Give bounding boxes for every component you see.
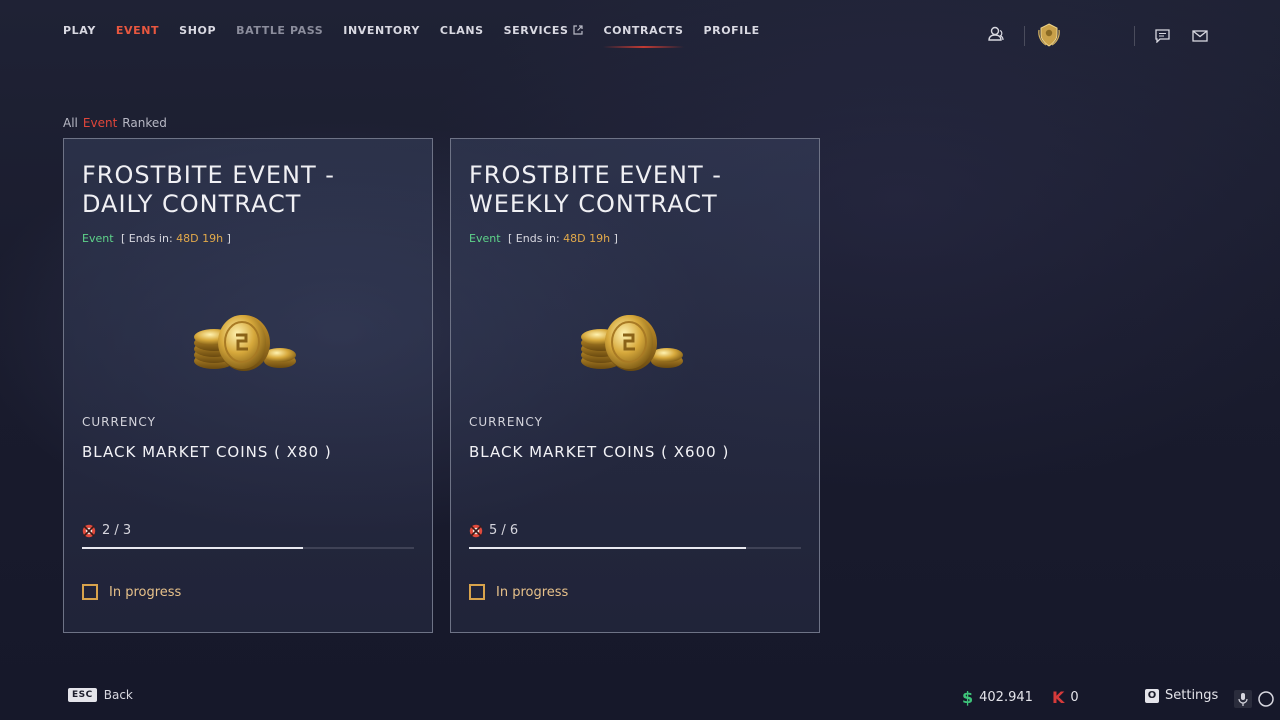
mic-icon[interactable] bbox=[1234, 690, 1252, 708]
filter-ranked[interactable]: Ranked bbox=[122, 116, 167, 130]
filter-event[interactable]: Event bbox=[83, 116, 117, 130]
k-currency-icon: K bbox=[1052, 688, 1065, 707]
contract-ends-prefix: [ Ends in: bbox=[508, 232, 560, 245]
contract-meta: Event [ Ends in: 48D 19h ] bbox=[469, 232, 618, 245]
mail-icon[interactable] bbox=[1192, 30, 1208, 42]
money-icon: $ bbox=[962, 688, 974, 707]
k-currency-display: K 0 bbox=[1052, 688, 1079, 707]
status-label: In progress bbox=[109, 584, 182, 600]
coins-icon bbox=[194, 315, 296, 371]
status-checkbox[interactable] bbox=[469, 584, 485, 600]
ring-icon[interactable] bbox=[1257, 690, 1275, 708]
progress-target-icon bbox=[469, 524, 483, 537]
contract-ends-time: 48D 19h bbox=[563, 232, 611, 245]
progress-text: 2 / 3 bbox=[102, 523, 132, 538]
progress-bar bbox=[82, 547, 414, 549]
reward-name: BLACK MARKET COINS ( X600 ) bbox=[469, 443, 730, 461]
settings-button[interactable]: O Settings bbox=[1145, 688, 1218, 703]
progress-target-icon bbox=[82, 524, 96, 537]
coins-icon bbox=[581, 315, 683, 371]
contract-title: FROSTBITE EVENT - WEEKLY CONTRACT bbox=[469, 161, 722, 218]
top-divider-1 bbox=[1024, 26, 1025, 46]
status-checkbox[interactable] bbox=[82, 584, 98, 600]
settings-label: Settings bbox=[1165, 688, 1219, 703]
contract-ends-time: 48D 19h bbox=[176, 232, 224, 245]
progress-row: 5 / 6 bbox=[469, 523, 518, 538]
reward-category: CURRENCY bbox=[82, 415, 156, 429]
footer-right: $ 402.941 K 0 O Settings bbox=[0, 688, 1280, 708]
status-row: In progress bbox=[469, 584, 568, 600]
rank-badge-icon[interactable] bbox=[1037, 22, 1061, 48]
contract-tag: Event bbox=[469, 232, 501, 245]
money-display: $ 402.941 bbox=[962, 688, 1033, 707]
progress-bar-fill bbox=[469, 547, 746, 549]
progress-bar bbox=[469, 547, 801, 549]
status-row: In progress bbox=[82, 584, 181, 600]
progress-text: 5 / 6 bbox=[489, 523, 519, 538]
contract-card-weekly[interactable]: FROSTBITE EVENT - WEEKLY CONTRACT Event … bbox=[450, 138, 820, 633]
contract-card-daily[interactable]: FROSTBITE EVENT - DAILY CONTRACT Event [… bbox=[63, 138, 433, 633]
friends-icon[interactable] bbox=[987, 26, 1007, 42]
top-right-bar bbox=[0, 22, 1280, 52]
top-divider-2 bbox=[1134, 26, 1135, 46]
contract-tag: Event bbox=[82, 232, 114, 245]
reward-category: CURRENCY bbox=[469, 415, 543, 429]
filter-all[interactable]: All bbox=[63, 116, 78, 130]
progress-row: 2 / 3 bbox=[82, 523, 131, 538]
settings-key-badge: O bbox=[1145, 688, 1159, 703]
contract-filter: All Event Ranked bbox=[63, 116, 167, 130]
reward-name: BLACK MARKET COINS ( X80 ) bbox=[82, 443, 332, 461]
contract-ends-suffix: ] bbox=[226, 232, 231, 245]
k-currency-value: 0 bbox=[1070, 690, 1079, 705]
money-value: 402.941 bbox=[979, 690, 1033, 705]
contract-meta: Event [ Ends in: 48D 19h ] bbox=[82, 232, 231, 245]
chat-icon[interactable] bbox=[1155, 29, 1170, 43]
status-label: In progress bbox=[496, 584, 569, 600]
contract-ends-suffix: ] bbox=[613, 232, 618, 245]
progress-bar-fill bbox=[82, 547, 304, 549]
contract-title: FROSTBITE EVENT - DAILY CONTRACT bbox=[82, 161, 335, 218]
contract-ends-prefix: [ Ends in: bbox=[121, 232, 173, 245]
